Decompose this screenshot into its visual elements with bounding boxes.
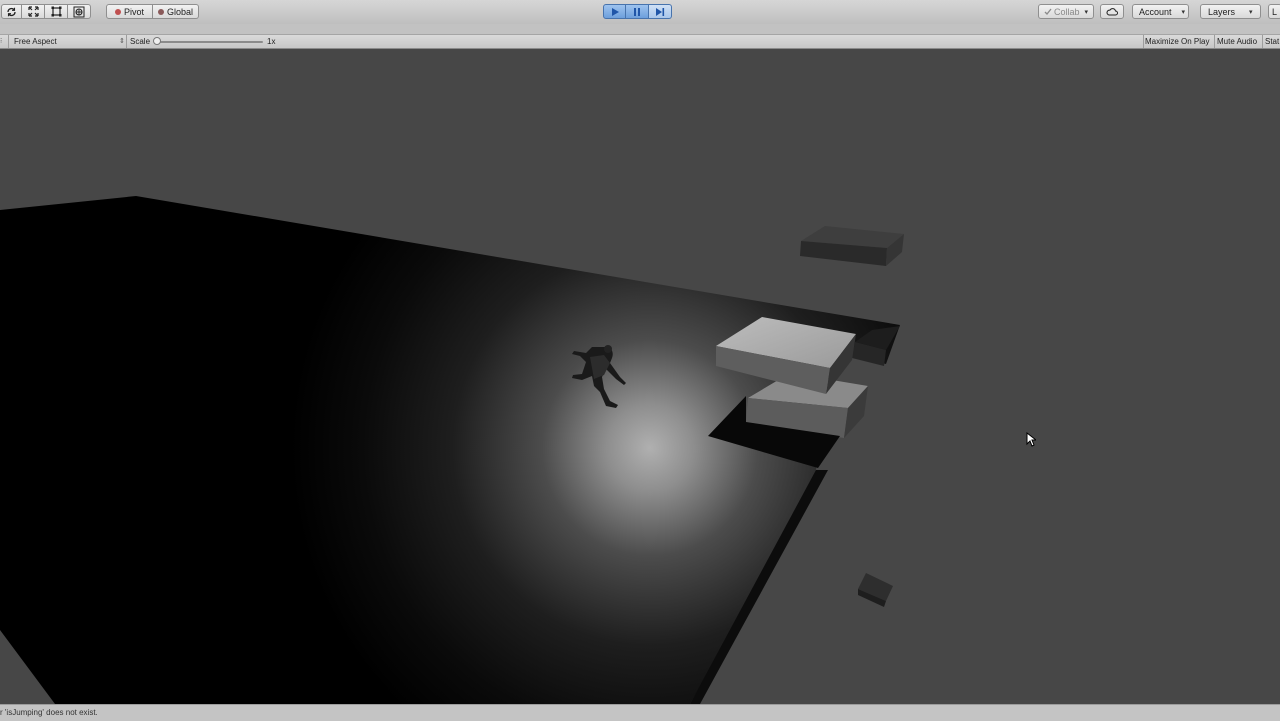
cloud-button[interactable] <box>1100 4 1124 19</box>
move-icon <box>27 6 39 17</box>
main-toolbar: Pivot Global Collab ▾ Account ▾ Layers ▾… <box>0 0 1280 25</box>
divider <box>8 35 9 48</box>
scale-label: Scale <box>130 37 151 46</box>
step-icon <box>655 7 665 17</box>
global-label: Global <box>166 6 193 17</box>
game-view-toolbar: ⁝ Free Aspect ⇕ Scale 1x Maximize On Pla… <box>0 34 1280 49</box>
refresh-icon <box>6 7 17 17</box>
pivot-toggle[interactable]: Pivot <box>106 4 153 19</box>
chevron-down-icon: ▾ <box>1084 8 1089 16</box>
mute-audio-toggle[interactable]: Mute Audio <box>1217 35 1257 48</box>
divider <box>126 35 127 48</box>
pivot-icon <box>114 8 121 15</box>
console-status-bar[interactable]: r 'isJumping' does not exist. <box>0 704 1280 721</box>
global-toggle[interactable]: Global <box>153 4 199 19</box>
step-button[interactable] <box>649 4 672 19</box>
collab-label: Collab <box>1053 6 1080 17</box>
transform-icon <box>73 6 85 18</box>
aspect-dropdown[interactable]: Free Aspect ⇕ <box>10 35 125 48</box>
rect-tool-button[interactable] <box>45 4 68 19</box>
layers-label: Layers <box>1208 6 1236 17</box>
tab-strip <box>0 24 1280 34</box>
floating-block-far <box>800 226 904 266</box>
maximize-on-play-toggle[interactable]: Maximize On Play <box>1145 35 1209 48</box>
divider <box>1214 35 1215 48</box>
rotate-tool-button[interactable] <box>1 4 22 19</box>
play-button[interactable] <box>603 4 626 19</box>
aspect-label: Free Aspect <box>14 37 57 46</box>
layers-dropdown[interactable]: Layers ▾ <box>1200 4 1261 19</box>
divider <box>1143 35 1144 48</box>
cloud-icon <box>1106 7 1118 16</box>
pivot-label: Pivot <box>123 6 144 17</box>
globe-icon <box>157 8 164 15</box>
account-dropdown[interactable]: Account ▾ <box>1132 4 1189 19</box>
status-message: r 'isJumping' does not exist. <box>0 708 98 717</box>
rect-tool-icon <box>51 6 62 17</box>
scale-tool-button[interactable] <box>22 4 45 19</box>
scene-render <box>0 196 904 704</box>
scale-slider-track[interactable] <box>157 41 263 43</box>
play-icon <box>610 7 620 17</box>
checkmark-icon <box>1044 8 1052 16</box>
scale-slider-thumb[interactable] <box>153 37 161 45</box>
display-selector-caret[interactable]: ⁝ <box>0 35 2 48</box>
mouse-cursor-icon <box>1026 431 1038 450</box>
divider <box>1262 35 1263 48</box>
account-label: Account <box>1139 6 1172 17</box>
layout-dropdown[interactable]: L <box>1268 4 1280 19</box>
pause-icon <box>632 7 642 17</box>
stats-toggle[interactable]: Stat <box>1265 35 1279 48</box>
chevron-down-icon: ▾ <box>1181 8 1186 16</box>
scale-value: 1x <box>267 37 276 46</box>
collab-dropdown[interactable]: Collab ▾ <box>1038 4 1094 19</box>
layout-label: L <box>1272 6 1278 17</box>
small-cube <box>858 573 893 607</box>
transform-tool-button[interactable] <box>68 4 91 19</box>
pause-button[interactable] <box>626 4 649 19</box>
game-view-viewport[interactable] <box>0 48 1280 704</box>
chevron-down-icon: ▾ <box>1249 8 1253 16</box>
chevron-updown-icon: ⇕ <box>119 38 125 45</box>
